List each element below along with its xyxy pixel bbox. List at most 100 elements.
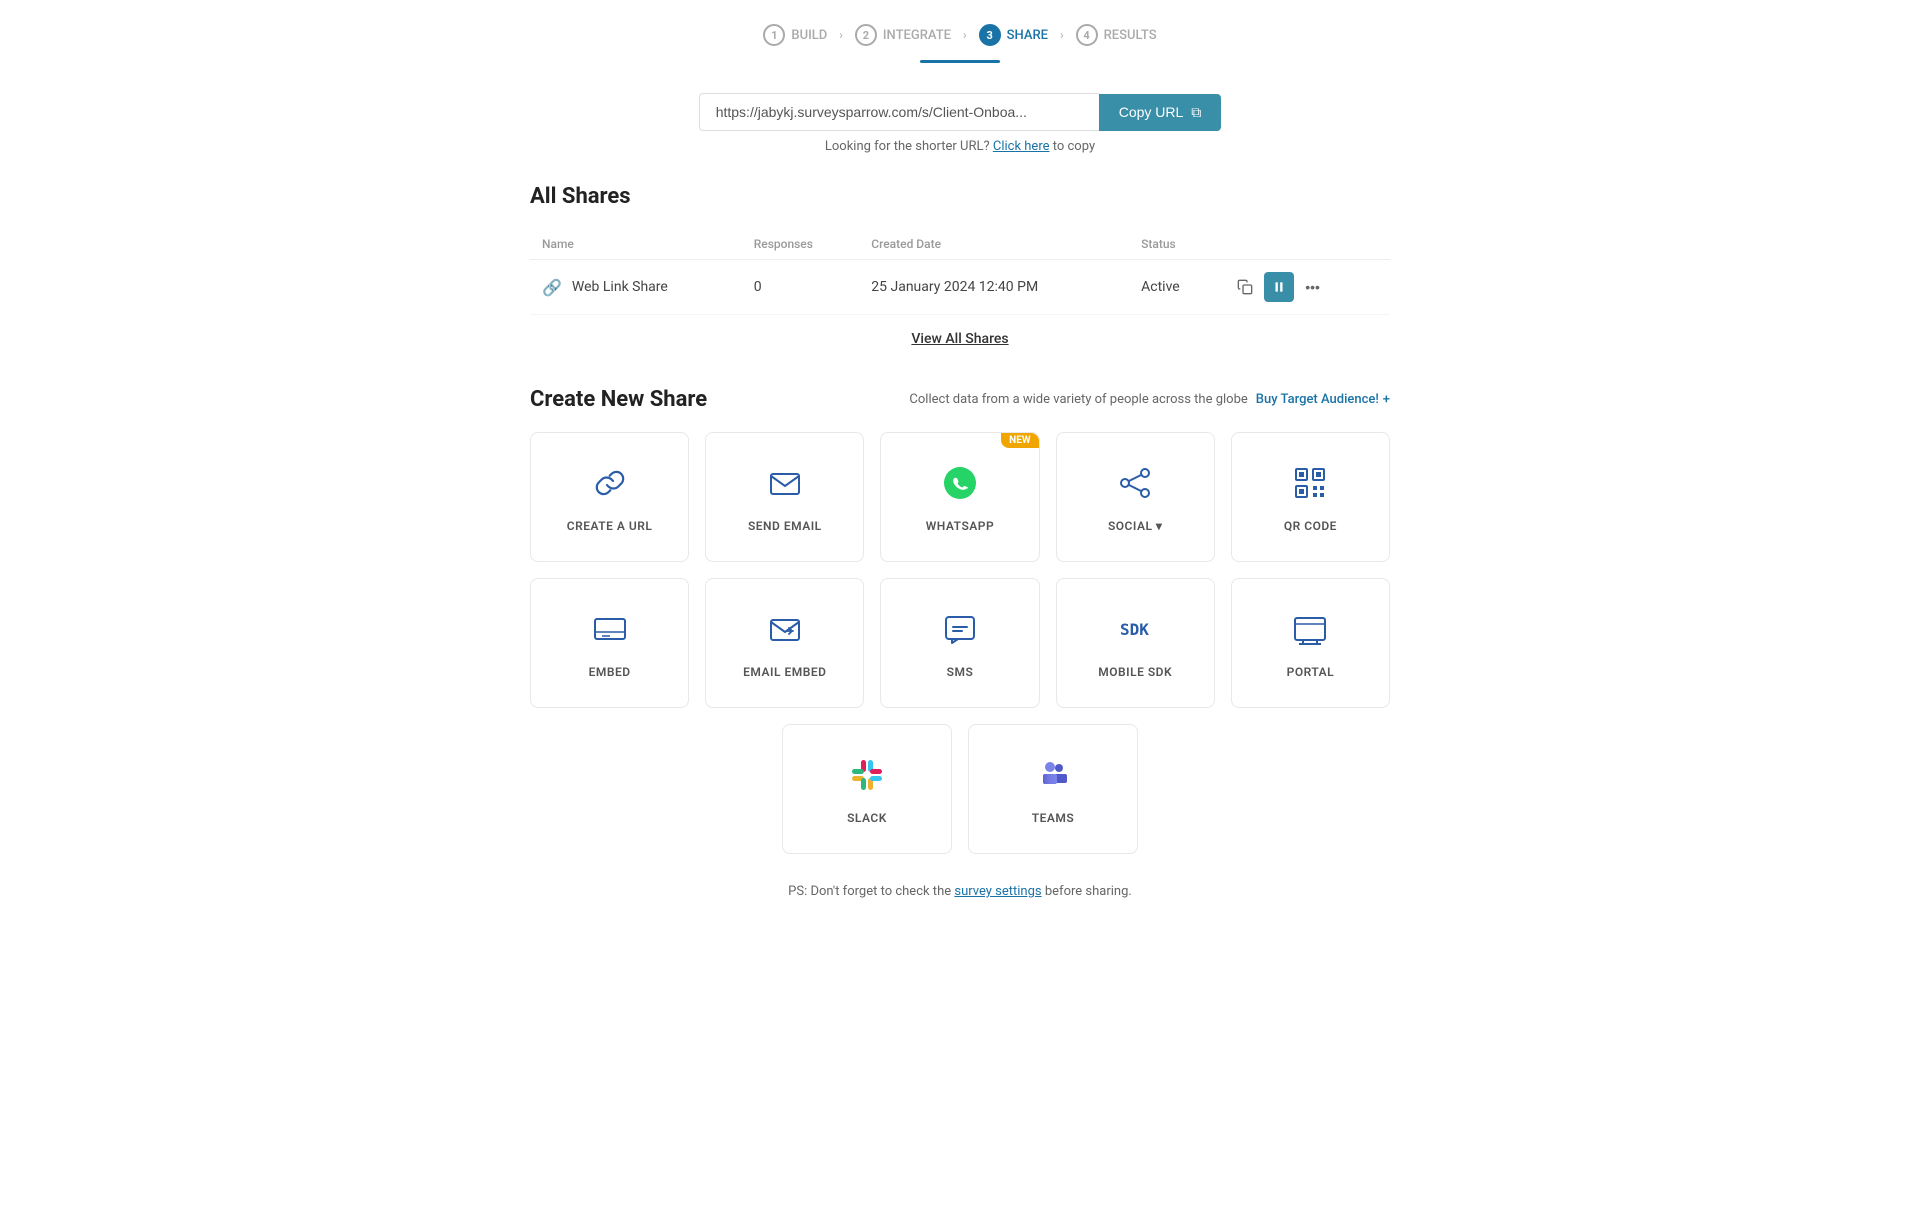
step-results-circle: 4 — [1076, 24, 1098, 46]
create-url-card[interactable]: CREATE A URL — [530, 432, 689, 562]
copy-url-icon: ⧉ — [1191, 104, 1201, 121]
step-integrate[interactable]: 2 INTEGRATE — [847, 20, 959, 50]
copy-url-label: Copy URL — [1119, 104, 1184, 120]
main-content: All Shares Name Responses Created Date S… — [510, 184, 1410, 939]
pause-share-button[interactable] — [1264, 272, 1294, 302]
buy-audience-link[interactable]: Buy Target Audience! + — [1256, 392, 1390, 407]
col-status: Status — [1129, 229, 1217, 260]
footer-note: PS: Don't forget to check the survey set… — [530, 884, 1390, 939]
new-badge: NEW — [1001, 433, 1038, 448]
row-responses: 0 — [742, 260, 860, 315]
step-results[interactable]: 4 RESULTS — [1068, 20, 1165, 50]
shares-table-header-row: Name Responses Created Date Status — [530, 229, 1390, 260]
sms-icon — [940, 609, 980, 649]
col-actions — [1218, 229, 1390, 260]
col-created-date: Created Date — [859, 229, 1129, 260]
embed-icon — [590, 609, 630, 649]
action-icons: ••• — [1230, 272, 1378, 302]
email-embed-label: EMAIL EMBED — [743, 665, 826, 679]
teams-label: TEAMS — [1032, 811, 1074, 825]
send-email-icon — [765, 463, 805, 503]
step-integrate-label: INTEGRATE — [883, 28, 951, 43]
buy-audience-label: Buy Target Audience! — [1256, 392, 1379, 407]
slack-card[interactable]: SLACK — [782, 724, 952, 854]
create-url-icon — [590, 463, 630, 503]
all-shares-title: All Shares — [530, 184, 1390, 209]
step-share-circle: 3 — [979, 24, 1001, 46]
cards-grid-row1: CREATE A URL SEND EMAIL NEW WHATSAPP — [530, 432, 1390, 562]
step-share-label: SHARE — [1007, 28, 1048, 43]
copy-share-button[interactable] — [1230, 272, 1260, 302]
footer-prefix: PS: Don't forget to check the — [788, 884, 951, 899]
step-underline-bar — [920, 60, 1000, 63]
teams-card[interactable]: TEAMS — [968, 724, 1138, 854]
portal-icon — [1290, 609, 1330, 649]
email-embed-card[interactable]: EMAIL EMBED — [705, 578, 864, 708]
to-copy-suffix: to copy — [1053, 139, 1095, 154]
steps-nav: 1 BUILD › 2 INTEGRATE › 3 SHARE › 4 RESU… — [0, 0, 1920, 60]
step-arrow-1: › — [839, 28, 843, 42]
sms-label: SMS — [947, 665, 974, 679]
slack-label: SLACK — [847, 811, 887, 825]
whatsapp-card[interactable]: NEW WHATSAPP — [880, 432, 1039, 562]
copy-url-button[interactable]: Copy URL ⧉ — [1099, 94, 1222, 131]
view-all-shares-link[interactable]: View All Shares — [530, 331, 1390, 347]
whatsapp-label: WHATSAPP — [926, 519, 994, 533]
url-input[interactable] — [699, 93, 1099, 131]
send-email-label: SEND EMAIL — [748, 519, 822, 533]
create-url-label: CREATE A URL — [567, 519, 653, 533]
social-icon — [1115, 463, 1155, 503]
col-name: Name — [530, 229, 742, 260]
cards-grid-row3: SLACK TEAMS — [530, 724, 1390, 854]
url-row: Copy URL ⧉ — [699, 93, 1222, 131]
social-label: SOCIAL ▾ — [1108, 519, 1163, 533]
whatsapp-icon — [940, 463, 980, 503]
shorter-url-prefix: Looking for the shorter URL? — [825, 139, 990, 154]
shares-table-body: 🔗 Web Link Share 0 25 January 2024 12:40… — [530, 260, 1390, 315]
step-arrow-3: › — [1060, 28, 1064, 42]
social-card[interactable]: SOCIAL ▾ — [1056, 432, 1215, 562]
step-share[interactable]: 3 SHARE — [971, 20, 1056, 50]
email-embed-icon — [765, 609, 805, 649]
survey-settings-link[interactable]: survey settings — [954, 884, 1041, 899]
qr-code-label: QR CODE — [1284, 519, 1337, 533]
mobile-sdk-icon: SDK — [1115, 609, 1155, 649]
more-actions-button[interactable]: ••• — [1298, 272, 1328, 302]
plus-icon: + — [1383, 392, 1390, 407]
row-actions: ••• — [1218, 260, 1390, 315]
name-cell: 🔗 Web Link Share — [542, 278, 730, 297]
row-name: Web Link Share — [572, 279, 668, 295]
step-underline — [0, 60, 1920, 63]
collect-text: Collect data from a wide variety of peop… — [909, 392, 1247, 407]
row-created-date: 25 January 2024 12:40 PM — [859, 260, 1129, 315]
footer-suffix-text: before sharing. — [1045, 884, 1132, 899]
cards-grid-row2: EMBED EMAIL EMBED — [530, 578, 1390, 708]
qr-code-icon — [1290, 463, 1330, 503]
embed-card[interactable]: EMBED — [530, 578, 689, 708]
row-status: Active — [1129, 260, 1217, 315]
teams-icon — [1033, 755, 1073, 795]
more-dots-icon: ••• — [1305, 279, 1320, 295]
send-email-card[interactable]: SEND EMAIL — [705, 432, 864, 562]
create-new-share-title: Create New Share — [530, 387, 707, 412]
mobile-sdk-card[interactable]: SDK MOBILE SDK — [1056, 578, 1215, 708]
step-results-label: RESULTS — [1104, 28, 1157, 43]
svg-text:SDK: SDK — [1120, 620, 1149, 639]
step-arrow-2: › — [963, 28, 967, 42]
create-share-header: Create New Share Collect data from a wid… — [530, 387, 1390, 412]
mobile-sdk-label: MOBILE SDK — [1098, 665, 1172, 679]
target-audience-section: Collect data from a wide variety of peop… — [909, 392, 1390, 407]
url-section: Copy URL ⧉ Looking for the shorter URL? … — [0, 93, 1920, 154]
step-integrate-circle: 2 — [855, 24, 877, 46]
shares-table-head: Name Responses Created Date Status — [530, 229, 1390, 260]
click-here-link[interactable]: Click here — [993, 139, 1050, 154]
shorter-url-text: Looking for the shorter URL? Click here … — [825, 139, 1095, 154]
row-name-cell: 🔗 Web Link Share — [530, 260, 742, 315]
sms-card[interactable]: SMS — [880, 578, 1039, 708]
web-link-icon: 🔗 — [542, 278, 562, 297]
step-build[interactable]: 1 BUILD — [755, 20, 835, 50]
col-responses: Responses — [742, 229, 860, 260]
qr-code-card[interactable]: QR CODE — [1231, 432, 1390, 562]
portal-card[interactable]: PORTAL — [1231, 578, 1390, 708]
slack-icon — [847, 755, 887, 795]
